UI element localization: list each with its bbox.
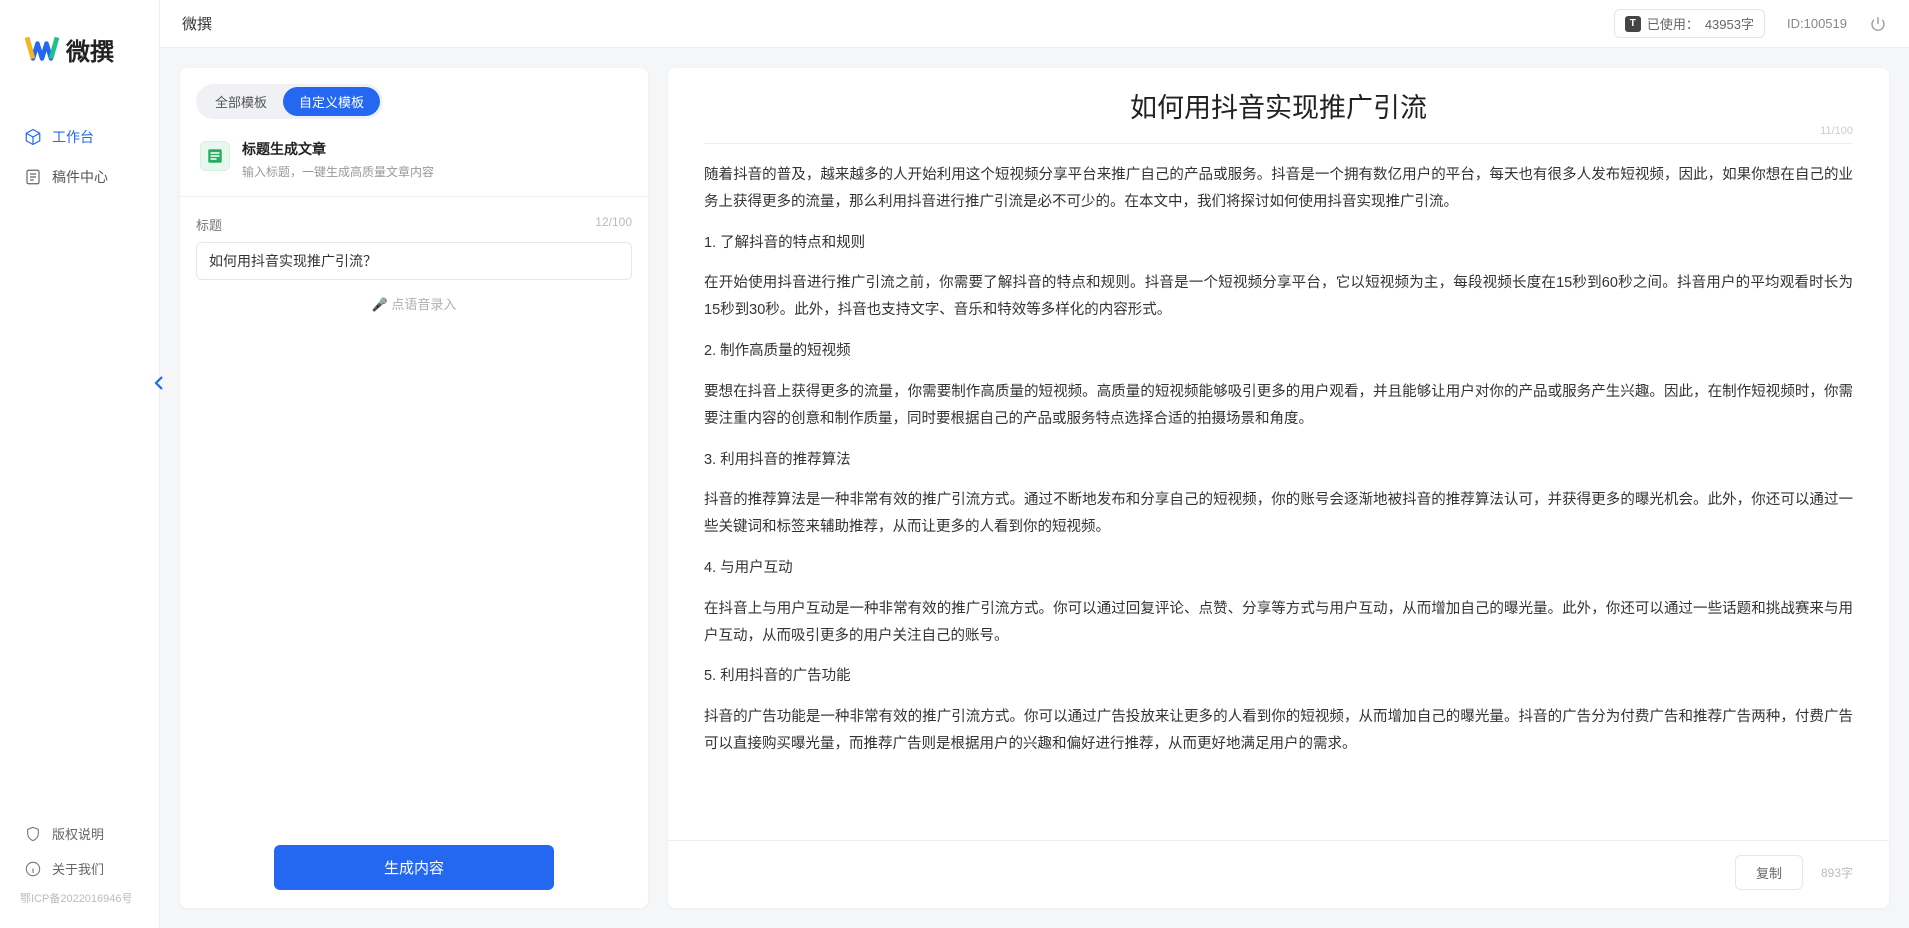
template-icon xyxy=(200,141,230,171)
left-panel: 全部模板 自定义模板 标题生成文章 输入标题，一键生成高质量文章内容 标题 12… xyxy=(180,68,648,908)
footer-label: 关于我们 xyxy=(52,859,104,878)
nav-workbench[interactable]: 工作台 xyxy=(0,117,159,157)
footer-label: 版权说明 xyxy=(52,824,104,843)
topbar-title: 微撰 xyxy=(182,13,212,34)
article-paragraph: 抖音的推荐算法是一种非常有效的推广引流方式。通过不断地发布和分享自己的短视频，你… xyxy=(704,487,1853,541)
footer-about[interactable]: 关于我们 xyxy=(0,851,159,886)
main: 微撰 T 已使用： 43953字 ID:100519 全部模板 自定义模板 xyxy=(160,0,1909,928)
sidebar-collapse-icon[interactable] xyxy=(153,375,165,394)
divider xyxy=(180,196,648,197)
tab-all-templates[interactable]: 全部模板 xyxy=(199,87,283,116)
brand-icon xyxy=(24,30,60,69)
article-char-count: 893字 xyxy=(1821,864,1853,881)
template-card[interactable]: 标题生成文章 输入标题，一键生成高质量文章内容 xyxy=(196,133,632,196)
template-desc: 输入标题，一键生成高质量文章内容 xyxy=(242,163,434,180)
cube-icon xyxy=(24,128,42,146)
usage-value: 43953字 xyxy=(1705,14,1754,33)
topbar-right: T 已使用： 43953字 ID:100519 xyxy=(1614,9,1887,38)
article-paragraph: 随着抖音的普及，越来越多的人开始利用这个短视频分享平台来推广自己的产品或服务。抖… xyxy=(704,162,1853,216)
voice-input-link[interactable]: 🎤 点语音录入 xyxy=(196,294,632,313)
nav-drafts[interactable]: 稿件中心 xyxy=(0,157,159,197)
article-paragraph: 2. 制作高质量的短视频 xyxy=(704,338,1853,365)
template-tabs: 全部模板 自定义模板 xyxy=(196,84,383,119)
title-label: 标题 xyxy=(196,215,222,234)
article-paragraph: 5. 利用抖音的广告功能 xyxy=(704,663,1853,690)
brand-logo: 微撰 xyxy=(0,30,159,97)
article-paragraph: 要想在抖音上获得更多的流量，你需要制作高质量的短视频。高质量的短视频能够吸引更多… xyxy=(704,379,1853,433)
nav-label: 工作台 xyxy=(52,127,94,147)
sidebar: 微撰 工作台 稿件中心 版权说明 关于我们 鄂ICP备2022 xyxy=(0,0,160,928)
article-paragraph: 在开始使用抖音进行推广引流之前，你需要了解抖音的特点和规则。抖音是一个短视频分享… xyxy=(704,270,1853,324)
footer-copyright[interactable]: 版权说明 xyxy=(0,816,159,851)
article-paragraph: 3. 利用抖音的推荐算法 xyxy=(704,447,1853,474)
tab-custom-templates[interactable]: 自定义模板 xyxy=(283,87,380,116)
shield-icon xyxy=(24,825,42,843)
generate-button[interactable]: 生成内容 xyxy=(274,845,554,890)
title-input[interactable] xyxy=(196,242,632,280)
sidebar-footer: 版权说明 关于我们 鄂ICP备2022016946号 xyxy=(0,816,159,928)
copy-button[interactable]: 复制 xyxy=(1735,855,1803,890)
text-icon: T xyxy=(1625,16,1641,32)
article-footer: 复制 893字 xyxy=(668,840,1889,908)
article-head: 如何用抖音实现推广引流 11/100 xyxy=(704,86,1853,144)
brand-name: 微撰 xyxy=(66,32,114,67)
content: 全部模板 自定义模板 标题生成文章 输入标题，一键生成高质量文章内容 标题 12… xyxy=(160,48,1909,928)
doc-icon xyxy=(24,168,42,186)
topbar: 微撰 T 已使用： 43953字 ID:100519 xyxy=(160,0,1909,48)
article-paragraph: 4. 与用户互动 xyxy=(704,555,1853,582)
article-paragraph: 在抖音上与用户互动是一种非常有效的推广引流方式。你可以通过回复评论、点赞、分享等… xyxy=(704,596,1853,650)
template-title: 标题生成文章 xyxy=(242,139,434,159)
nav-label: 稿件中心 xyxy=(52,167,108,187)
sidebar-nav: 工作台 稿件中心 xyxy=(0,97,159,217)
usage-label: 已使用： xyxy=(1647,14,1699,33)
info-icon xyxy=(24,860,42,878)
article-paragraph: 抖音的广告功能是一种非常有效的推广引流方式。你可以通过广告投放来让更多的人看到你… xyxy=(704,704,1853,758)
article-title-counter: 11/100 xyxy=(1820,125,1853,137)
icp-text: 鄂ICP备2022016946号 xyxy=(0,886,159,910)
title-counter: 12/100 xyxy=(595,215,632,234)
user-id: ID:100519 xyxy=(1787,16,1847,31)
article-body: 随着抖音的普及，越来越多的人开始利用这个短视频分享平台来推广自己的产品或服务。抖… xyxy=(704,162,1853,758)
article-scroll[interactable]: 如何用抖音实现推广引流 11/100 随着抖音的普及，越来越多的人开始利用这个短… xyxy=(668,86,1889,840)
article-paragraph: 1. 了解抖音的特点和规则 xyxy=(704,230,1853,257)
right-panel: 如何用抖音实现推广引流 11/100 随着抖音的普及，越来越多的人开始利用这个短… xyxy=(668,68,1889,908)
title-field-head: 标题 12/100 xyxy=(196,215,632,234)
usage-badge[interactable]: T 已使用： 43953字 xyxy=(1614,9,1765,38)
power-icon[interactable] xyxy=(1869,15,1887,33)
article-title: 如何用抖音实现推广引流 xyxy=(704,86,1853,125)
